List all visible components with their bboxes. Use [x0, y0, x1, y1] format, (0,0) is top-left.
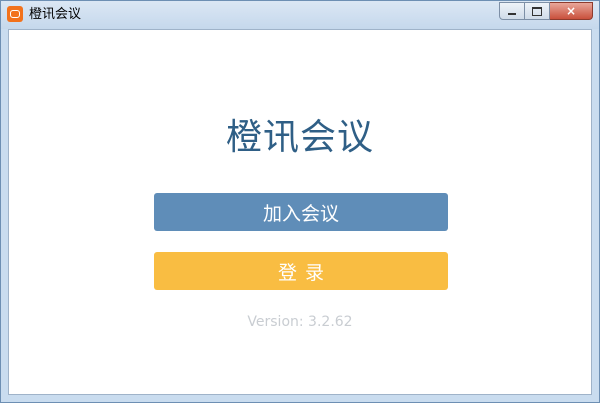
minimize-icon — [508, 13, 516, 15]
app-window: 橙讯会议 × 橙讯会议 加入会议 登录 Version: 3.2.62 — [0, 0, 600, 403]
maximize-button[interactable] — [525, 2, 550, 20]
join-meeting-button[interactable]: 加入会议 — [154, 193, 448, 231]
login-button[interactable]: 登录 — [154, 252, 448, 290]
version-text: Version: 3.2.62 — [247, 314, 353, 330]
maximize-icon — [532, 6, 542, 16]
window-title: 橙讯会议 — [29, 7, 82, 22]
window-controls: × — [499, 2, 593, 20]
close-icon: × — [565, 4, 577, 18]
title-bar[interactable]: 橙讯会议 × — [1, 1, 599, 29]
login-label: 登录 — [277, 261, 332, 284]
app-logo-icon — [7, 6, 23, 22]
join-meeting-label: 加入会议 — [262, 202, 339, 225]
main-panel: 橙讯会议 加入会议 登录 Version: 3.2.62 — [8, 29, 592, 395]
close-button[interactable]: × — [550, 2, 593, 20]
minimize-button[interactable] — [499, 2, 525, 20]
brand-title: 橙讯会议 — [225, 117, 374, 158]
